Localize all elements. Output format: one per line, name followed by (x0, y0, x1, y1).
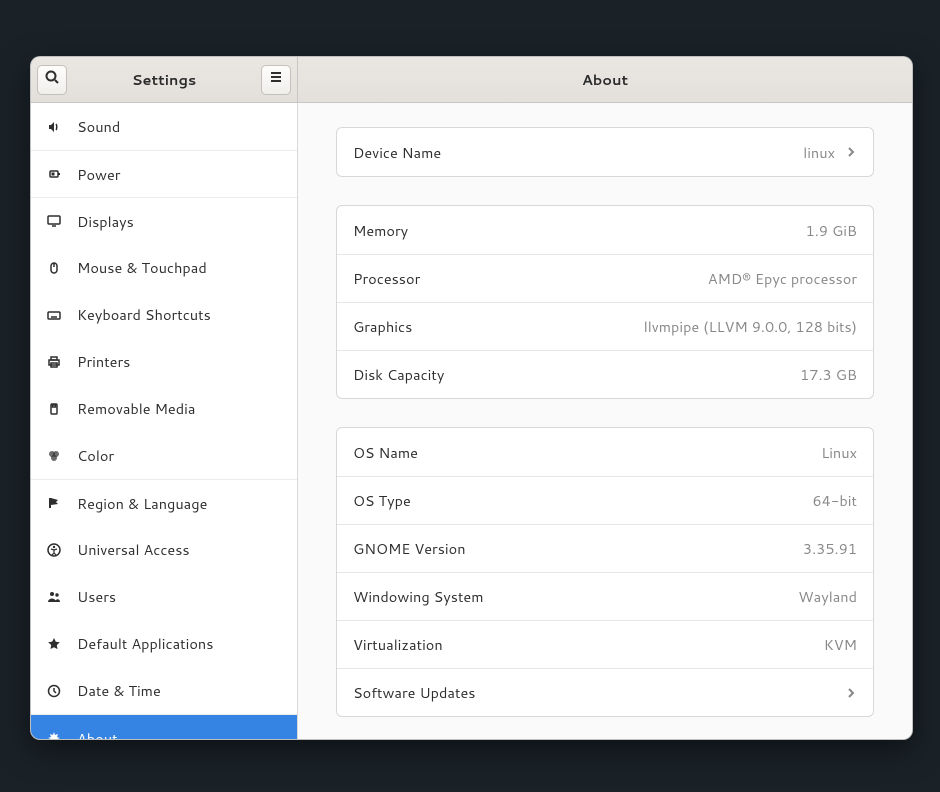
menu-button[interactable] (261, 65, 291, 95)
sidebar-item-keyboard[interactable]: Keyboard Shortcuts (31, 291, 297, 338)
row-value: 17.3 GB (800, 364, 857, 385)
content-title: About (298, 69, 912, 90)
sidebar-item-label: Displays (77, 211, 134, 232)
region-icon (45, 494, 63, 512)
software-updates-row[interactable]: Software Updates (337, 668, 873, 716)
row-value: 3.35.91 (803, 538, 857, 559)
device-group: Device Name linux (336, 127, 874, 177)
device-name-row[interactable]: Device Name linux (337, 128, 873, 176)
chevron-right-icon (845, 146, 857, 158)
sidebar-item-label: About (77, 728, 118, 740)
sidebar-item-region[interactable]: Region & Language (31, 479, 297, 526)
printers-icon (45, 353, 63, 371)
os-type-row: OS Type 64-bit (337, 476, 873, 524)
keyboard-icon (45, 306, 63, 324)
sidebar-item-defaults[interactable]: Default Applications (31, 620, 297, 667)
row-label: Virtualization (353, 634, 824, 655)
settings-window: Settings About Sound (30, 56, 913, 740)
row-label: Disk Capacity (353, 364, 800, 385)
processor-row: Processor AMD® Epyc processor (337, 254, 873, 302)
sidebar-item-label: Sound (77, 116, 120, 137)
color-icon (45, 447, 63, 465)
chevron-right-icon (845, 687, 857, 699)
row-label: Memory (353, 220, 806, 241)
row-value: linux (803, 142, 835, 163)
sidebar-item-label: Date & Time (77, 680, 161, 701)
row-value: 1.9 GiB (806, 220, 857, 241)
users-icon (45, 588, 63, 606)
sidebar-item-power[interactable]: Power (31, 150, 297, 197)
sidebar-item-about[interactable]: About (31, 714, 297, 739)
displays-icon (45, 212, 63, 230)
sidebar-item-sound[interactable]: Sound (31, 103, 297, 150)
search-icon (44, 69, 60, 90)
headerbar-content: About (298, 57, 912, 102)
row-value: Linux (821, 442, 857, 463)
sidebar-title: Settings (31, 69, 297, 90)
row-label: Windowing System (353, 586, 798, 607)
row-label: OS Name (353, 442, 821, 463)
row-label: Software Updates (353, 682, 835, 703)
headerbar: Settings About (31, 57, 912, 103)
search-button[interactable] (37, 65, 67, 95)
sidebar-item-label: Power (77, 164, 120, 185)
headerbar-sidebar: Settings (31, 57, 298, 102)
row-label: Device Name (353, 142, 803, 163)
virtualization-row: Virtualization KVM (337, 620, 873, 668)
sidebar-item-label: Region & Language (77, 493, 207, 514)
sidebar-item-removable[interactable]: Removable Media (31, 385, 297, 432)
hamburger-icon (268, 69, 284, 90)
sidebar-item-printers[interactable]: Printers (31, 338, 297, 385)
row-value: 64-bit (812, 490, 857, 511)
sidebar-item-color[interactable]: Color (31, 432, 297, 479)
power-icon (45, 165, 63, 183)
gnome-version-row: GNOME Version 3.35.91 (337, 524, 873, 572)
sidebar-item-label: Keyboard Shortcuts (77, 304, 211, 325)
row-value: AMD® Epyc processor (708, 268, 857, 289)
windowing-row: Windowing System Wayland (337, 572, 873, 620)
sidebar-item-label: Color (77, 445, 114, 466)
sidebar-item-label: Mouse & Touchpad (77, 257, 207, 278)
os-group: OS Name Linux OS Type 64-bit GNOME Versi… (336, 427, 874, 717)
row-label: Processor (353, 268, 708, 289)
sidebar[interactable]: Sound Power Displays Mouse & Touchpad Ke… (31, 103, 298, 739)
os-name-row: OS Name Linux (337, 428, 873, 476)
sidebar-item-label: Default Applications (77, 633, 213, 654)
sidebar-item-datetime[interactable]: Date & Time (31, 667, 297, 714)
removable-media-icon (45, 400, 63, 418)
sidebar-item-displays[interactable]: Displays (31, 197, 297, 244)
graphics-row: Graphics llvmpipe (LLVM 9.0.0, 128 bits) (337, 302, 873, 350)
sidebar-item-label: Removable Media (77, 398, 195, 419)
sidebar-item-mouse[interactable]: Mouse & Touchpad (31, 244, 297, 291)
window-body: Sound Power Displays Mouse & Touchpad Ke… (31, 103, 912, 739)
sidebar-item-label: Universal Access (77, 539, 190, 560)
mouse-icon (45, 259, 63, 277)
sound-icon (45, 118, 63, 136)
accessibility-icon (45, 541, 63, 559)
row-value: llvmpipe (LLVM 9.0.0, 128 bits) (644, 316, 857, 337)
row-label: GNOME Version (353, 538, 803, 559)
close-button[interactable] (874, 65, 904, 95)
sidebar-item-accessibility[interactable]: Universal Access (31, 526, 297, 573)
row-label: OS Type (353, 490, 812, 511)
sidebar-item-users[interactable]: Users (31, 573, 297, 620)
row-label: Graphics (353, 316, 644, 337)
about-content: Device Name linux Memory 1.9 GiB Process… (298, 103, 912, 739)
datetime-icon (45, 682, 63, 700)
default-apps-icon (45, 635, 63, 653)
sidebar-item-label: Printers (77, 351, 130, 372)
memory-row: Memory 1.9 GiB (337, 206, 873, 254)
hardware-group: Memory 1.9 GiB Processor AMD® Epyc proce… (336, 205, 874, 399)
row-value: KVM (824, 634, 857, 655)
sidebar-item-label: Users (77, 586, 116, 607)
disk-row: Disk Capacity 17.3 GB (337, 350, 873, 398)
row-value: Wayland (798, 586, 857, 607)
about-icon (45, 729, 63, 739)
